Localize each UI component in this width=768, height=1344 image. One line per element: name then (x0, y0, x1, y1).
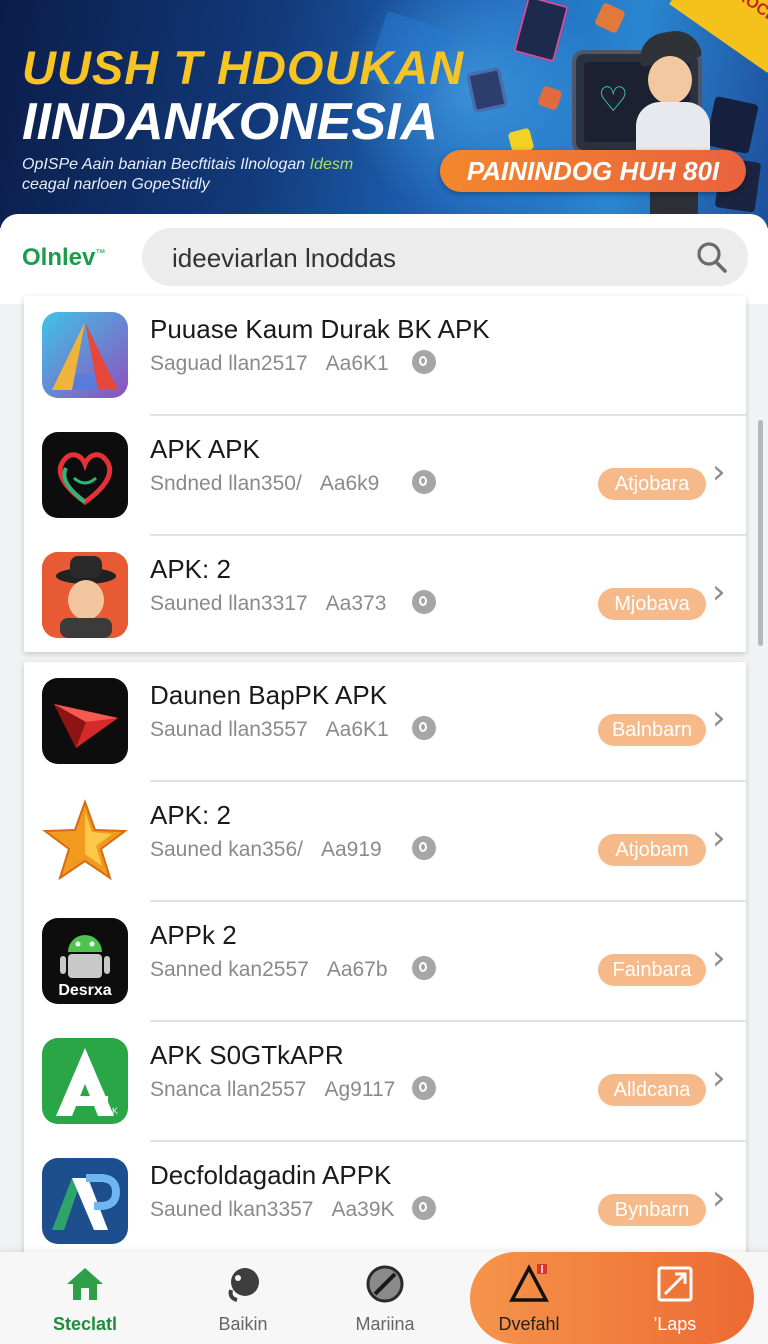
app-meta: Saunad llan3557 Aa6K1 (150, 718, 389, 741)
nav-label: Mariina (355, 1314, 415, 1334)
bottom-nav: Steclatl Baikin Mariina Dvefahl 'Laps (0, 1252, 768, 1344)
app-meta: Sauned kan356/Aa919 (150, 838, 382, 861)
chevron-right-icon[interactable]: › (712, 452, 726, 492)
download-icon[interactable] (412, 350, 436, 374)
download-icon[interactable] (412, 470, 436, 494)
app-list-item[interactable]: Decfoldagadin APPK Sauned lkan3357 Aa39K … (24, 1142, 746, 1262)
app-name: APPk 2 (150, 920, 237, 950)
action-button[interactable]: Atjobam (598, 834, 706, 866)
home-icon (67, 1268, 103, 1300)
app-list-item[interactable]: llopK APK S0GTkAPR Snanca llan2557 Ag9117… (24, 1022, 746, 1142)
banner-subtitle: OpISPe Aain banian Becftitais Ilnologan … (22, 156, 354, 173)
download-icon[interactable] (412, 1196, 436, 1220)
icon-caption: Desrxa (58, 982, 112, 999)
app-name: APK APK (150, 434, 260, 464)
cartoon-man-icon (42, 552, 128, 638)
brand-logo[interactable]: Olnlev™ (22, 244, 105, 272)
slash-circle-icon (366, 1265, 404, 1303)
chevron-right-icon[interactable]: › (712, 938, 726, 978)
app-meta: Saguad llan2517 Aa6K1 (150, 352, 389, 375)
nav-label: Baikin (218, 1314, 268, 1334)
action-button[interactable]: Alldcana (598, 1074, 706, 1106)
banner-title-line2: IINDANKONESIA (22, 93, 439, 151)
app-name: Daunen BapPK APK (150, 680, 388, 710)
action-button[interactable]: Fainbara (598, 954, 706, 986)
promo-button[interactable]: PAININDOG HUH 80I (440, 150, 746, 192)
app-list-item[interactable]: Puuase Kaum Durak BK APK Saguad llan2517… (24, 296, 746, 416)
banner-title: UUSH T HDOUKAN (22, 41, 465, 94)
nav-item-mariina[interactable]: Mariina (310, 1252, 460, 1344)
download-icon[interactable] (412, 716, 436, 740)
app-list-item[interactable]: APK: 2 Sauned llan3317 Aa373 Mjobava › (24, 536, 746, 656)
chevron-right-icon[interactable]: › (712, 818, 726, 858)
action-button[interactable]: Bynbarn (598, 1194, 706, 1226)
nav-item-profile[interactable]: Baikin (168, 1252, 318, 1344)
multicolor-triangle-icon (42, 312, 128, 398)
app-name: Decfoldagadin APPK (150, 1160, 392, 1190)
action-button[interactable]: Mjobava (598, 588, 706, 620)
red-arrow-icon (42, 678, 128, 764)
chevron-right-icon[interactable]: › (712, 1058, 726, 1098)
warning-icon (509, 1264, 549, 1302)
app-meta: Sanned kan2557 Aa67b (150, 958, 388, 981)
app-list-group: Daunen BapPK APK Saunad llan3557 Aa6K1 Ba… (24, 662, 746, 1262)
app-list-item[interactable]: Daunen BapPK APK Saunad llan3557 Aa6K1 Ba… (24, 662, 746, 782)
image-edit-icon (657, 1266, 693, 1302)
app-meta: Snanca llan2557 Ag9117 (150, 1078, 396, 1101)
search-bar[interactable] (142, 228, 748, 288)
app-meta: Sauned lkan3357 Aa39K (150, 1198, 395, 1221)
heart-face-icon (42, 432, 128, 518)
nav-item-laps[interactable]: 'Laps (600, 1252, 750, 1344)
decor-cube (594, 2, 626, 34)
download-icon[interactable] (412, 956, 436, 980)
download-icon[interactable] (412, 590, 436, 614)
blue-ap-icon (42, 1158, 128, 1244)
nav-label: Steclatl (52, 1314, 118, 1334)
chevron-right-icon[interactable]: › (712, 698, 726, 738)
app-list-item[interactable]: APK: 2 Sauned kan356/Aa919 Atjobam › (24, 782, 746, 902)
app-name: APK: 2 (150, 554, 231, 584)
app-list-item[interactable]: Desrxa APPk 2 Sanned kan2557 Aa67b Fainba… (24, 902, 746, 1022)
star-icon (42, 798, 128, 884)
app-name: APK S0GTkAPR (150, 1040, 344, 1070)
green-a-icon: llopK (42, 1038, 128, 1124)
action-button[interactable]: Balnbarn (598, 714, 706, 746)
character-illustration (632, 26, 718, 228)
app-name: APK: 2 (150, 800, 231, 830)
chevron-right-icon[interactable]: › (712, 1178, 726, 1218)
download-icon[interactable] (412, 836, 436, 860)
search-icon[interactable] (694, 240, 728, 274)
android-robot-icon: Desrxa (42, 918, 128, 1004)
promo-banner[interactable]: ♡ BHL ROCBS UUSH T HDOUKAN IINDANKONESIA… (0, 0, 768, 228)
search-input[interactable] (170, 228, 674, 288)
app-list-group: Puuase Kaum Durak BK APK Saguad llan2517… (24, 296, 746, 652)
nav-label: 'Laps (653, 1314, 697, 1334)
app-list-item[interactable]: APK APK Sndned llan350/Aa6k9 Atjobara › (24, 416, 746, 536)
scrollbar[interactable] (758, 420, 763, 646)
app-meta: Sauned llan3317 Aa373 (150, 592, 387, 615)
nav-item-home[interactable]: Steclatl (10, 1252, 160, 1344)
app-name: Puuase Kaum Durak BK APK (150, 314, 490, 344)
app-meta: Sndned llan350/Aa6k9 (150, 472, 380, 495)
action-button[interactable]: Atjobara (598, 468, 706, 500)
nav-item-dvefahl[interactable]: Dvefahl (454, 1252, 604, 1344)
chevron-right-icon[interactable]: › (712, 572, 726, 612)
nav-label: Dvefahl (498, 1314, 560, 1334)
download-icon[interactable] (412, 1076, 436, 1100)
profile-icon (228, 1268, 259, 1302)
banner-subtitle-line2: ceagal narloen GopeStidly (22, 176, 210, 193)
icon-caption: llopK (98, 1106, 119, 1116)
nav-cta-group: Dvefahl 'Laps (470, 1252, 754, 1344)
